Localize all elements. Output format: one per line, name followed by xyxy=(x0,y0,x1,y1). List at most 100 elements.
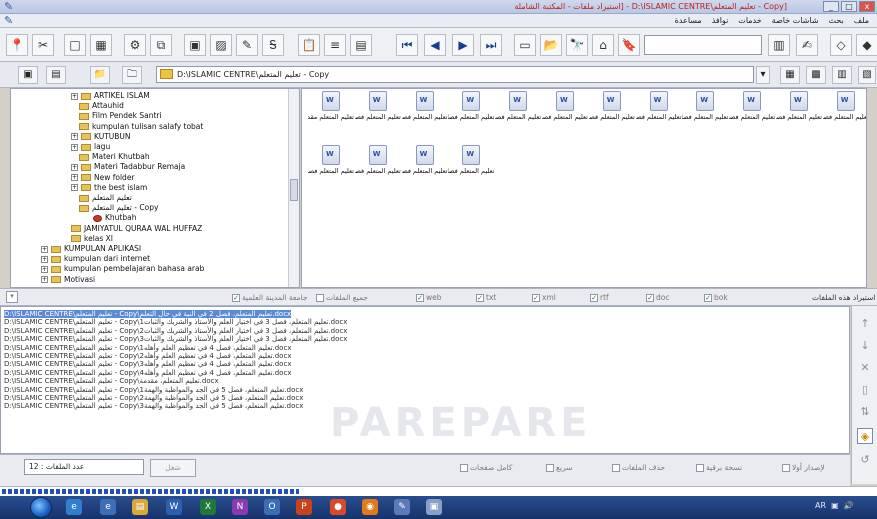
firefox-icon[interactable]: ◉ xyxy=(362,499,378,515)
file-item[interactable]: تعليم المتعلم فصل 3 في xyxy=(682,91,728,143)
network-icon[interactable]: ▣ xyxy=(829,501,842,510)
option-release-first[interactable]: لإصدار أولا xyxy=(782,463,825,472)
tree-item[interactable]: kumpulan tulisan salafy tobat xyxy=(79,122,203,132)
thumbnails-view-icon[interactable]: ▧ xyxy=(858,66,876,84)
move-down-icon[interactable]: ↓ xyxy=(857,338,873,354)
onenote-icon[interactable]: N xyxy=(232,499,248,515)
file-item[interactable]: تعليم المتعلم فصل 5 في ا xyxy=(402,145,448,197)
binoculars-icon[interactable]: 🔭 xyxy=(566,34,588,56)
scrollbar-thumb[interactable] xyxy=(290,179,298,201)
gem-icon[interactable]: ◆ xyxy=(856,34,877,56)
menu-item-help[interactable]: مساعدة xyxy=(675,16,702,25)
expand-icon[interactable]: + xyxy=(71,133,78,141)
volume-icon[interactable]: 🔊 xyxy=(844,501,857,510)
file-item[interactable]: تعليم المتعلم فصل 1 في م xyxy=(355,91,401,143)
result-row[interactable]: D:\ISLAMIC CENTRE\تعليم المتعلم - Copy\ت… xyxy=(4,377,219,385)
pen-icon[interactable]: ✎ xyxy=(236,34,258,56)
back-icon[interactable]: ↺ xyxy=(857,452,873,468)
view-icon[interactable]: ▣ xyxy=(18,66,38,84)
menu-item-search[interactable]: بحث xyxy=(829,16,844,25)
file-item[interactable]: تعليم المتعلم فصل 5 في ا xyxy=(355,145,401,197)
tree-item[interactable]: kelas XI xyxy=(71,234,113,244)
file-item[interactable]: تعليم المتعلم فصل 3 في xyxy=(636,91,682,143)
file-item[interactable]: تعليم المتعلم فصل 4 في xyxy=(308,145,354,197)
filter-txt[interactable]: ✓ txt xyxy=(476,293,496,302)
file-item[interactable]: تعليم المتعلم فصل 4 في xyxy=(776,91,822,143)
tree-item[interactable]: + lagu xyxy=(71,142,110,152)
edit-icon[interactable]: ✍ xyxy=(796,34,818,56)
close-button[interactable]: x xyxy=(859,1,875,12)
app-icon[interactable]: ✎ xyxy=(394,499,410,515)
tree-item[interactable]: + kumpulan dari internet xyxy=(41,254,150,264)
file-item[interactable]: تعليم المتعلم فصل 3 في xyxy=(589,91,635,143)
document-icon[interactable]: ▯ xyxy=(857,382,873,398)
language-indicator[interactable]: AR xyxy=(815,501,826,510)
save-icon[interactable]: ▥ xyxy=(768,34,790,56)
next-page-icon[interactable]: ▶ xyxy=(452,34,474,56)
clipboard-icon[interactable]: 📋 xyxy=(298,34,320,56)
bookmark-icon[interactable]: 🔖 xyxy=(618,34,640,56)
menu-item-services[interactable]: خدمات xyxy=(738,16,761,25)
tree-item[interactable]: + the best islam xyxy=(71,183,147,193)
result-row[interactable]: D:\ISLAMIC CENTRE\تعليم المتعلم - Copy\ت… xyxy=(4,402,303,410)
tree-item[interactable]: تعليم المتعلم - Copy xyxy=(79,203,158,213)
result-row[interactable]: D:\ISLAMIC CENTRE\تعليم المتعلم - Copy\ت… xyxy=(4,386,303,394)
result-row[interactable]: D:\ISLAMIC CENTRE\تعليم المتعلم - Copy\ت… xyxy=(4,310,292,318)
tree-item[interactable]: + ARTIKEL ISLAM xyxy=(71,91,150,101)
tiles-view-icon[interactable]: ▥ xyxy=(832,66,852,84)
shamela-icon[interactable]: ▣ xyxy=(426,499,442,515)
file-item[interactable]: تعليم المتعلم فصل 1 في م xyxy=(448,91,494,143)
tree-scrollbar[interactable] xyxy=(288,89,299,287)
move-up-icon[interactable]: ↑ xyxy=(857,316,873,332)
filter-bok[interactable]: ✓ bok xyxy=(704,293,728,302)
expand-icon[interactable]: + xyxy=(41,245,48,253)
expand-icon[interactable]: + xyxy=(71,92,78,100)
folder-path-input[interactable]: D:\ISLAMIC CENTRE\تعليم المتعلم - Copy xyxy=(156,66,754,83)
expand-icon[interactable]: + xyxy=(71,163,78,171)
format-icon[interactable]: Ꭶ xyxy=(262,34,284,56)
result-row[interactable]: D:\ISLAMIC CENTRE\تعليم المتعلم - Copy\ت… xyxy=(4,318,347,326)
option-fast[interactable]: سريع xyxy=(546,463,573,472)
file-item[interactable]: تعليم المتعلم فصل 2 في xyxy=(495,91,541,143)
list-icon[interactable]: ≡ xyxy=(324,34,346,56)
browser-icon[interactable]: e xyxy=(100,499,116,515)
expand-icon[interactable]: + xyxy=(71,174,78,182)
menu-item-windows[interactable]: نوافذ xyxy=(712,16,729,25)
tree-item[interactable]: + Materi Tadabbur Remaja xyxy=(71,162,185,172)
tree-item[interactable]: + New folder xyxy=(71,173,135,183)
remove-icon[interactable]: ✕ xyxy=(857,360,873,376)
previous-page-icon[interactable]: ◀ xyxy=(424,34,446,56)
result-row[interactable]: D:\ISLAMIC CENTRE\تعليم المتعلم - Copy\ت… xyxy=(4,360,291,368)
expand-icon[interactable]: + xyxy=(41,276,48,284)
file-item[interactable]: تعليم المتعلم فصل 4 في xyxy=(729,91,775,143)
tools-icon[interactable]: ✂ xyxy=(32,34,54,56)
minimize-button[interactable]: _ xyxy=(823,1,839,12)
chrome-icon[interactable]: ● xyxy=(330,499,346,515)
result-row[interactable]: D:\ISLAMIC CENTRE\تعليم المتعلم - Copy\ت… xyxy=(4,394,303,402)
tree-item[interactable]: Attauhid xyxy=(79,101,124,111)
menu-item-special-screens[interactable]: شاشات خاصة xyxy=(772,16,819,25)
filter-xml[interactable]: ✓ xml xyxy=(532,293,556,302)
folder-icon[interactable]: 🗀 xyxy=(122,66,142,84)
university-label[interactable]: ✓ جامعة المدينة العلمية xyxy=(232,293,307,302)
tree-item[interactable]: Materi Khutbah xyxy=(79,152,150,162)
window-icon[interactable]: ▭ xyxy=(514,34,536,56)
parent-folder-icon[interactable]: 📁 xyxy=(90,66,110,84)
sort-icon[interactable]: ⇅ xyxy=(857,404,873,420)
expand-icon[interactable]: + xyxy=(41,265,48,273)
page-icon[interactable]: ▤ xyxy=(350,34,372,56)
tree-item[interactable]: + KUTUBUN xyxy=(71,132,131,142)
tree-item[interactable]: JAMIYATUL QURAA WAL HUFFAZ xyxy=(71,224,202,234)
menu-item-file[interactable]: ملف xyxy=(854,16,869,25)
home-icon[interactable]: ⌂ xyxy=(592,34,614,56)
tree-item[interactable]: Film Pendek Santri xyxy=(79,111,162,121)
icons-view-icon[interactable]: ▩ xyxy=(806,66,826,84)
dropdown-icon[interactable]: ▾ xyxy=(6,291,18,303)
filter-doc[interactable]: ✓ doc xyxy=(646,293,669,302)
file-item[interactable]: تعليم المتعلم فصل 2 في xyxy=(542,91,588,143)
option-copy[interactable]: نسخة برقية xyxy=(696,463,742,472)
maximize-button[interactable]: □ xyxy=(841,1,857,12)
expand-icon[interactable]: + xyxy=(71,184,78,192)
open-folder-icon[interactable]: 📂 xyxy=(540,34,562,56)
expand-icon[interactable]: + xyxy=(41,255,48,263)
